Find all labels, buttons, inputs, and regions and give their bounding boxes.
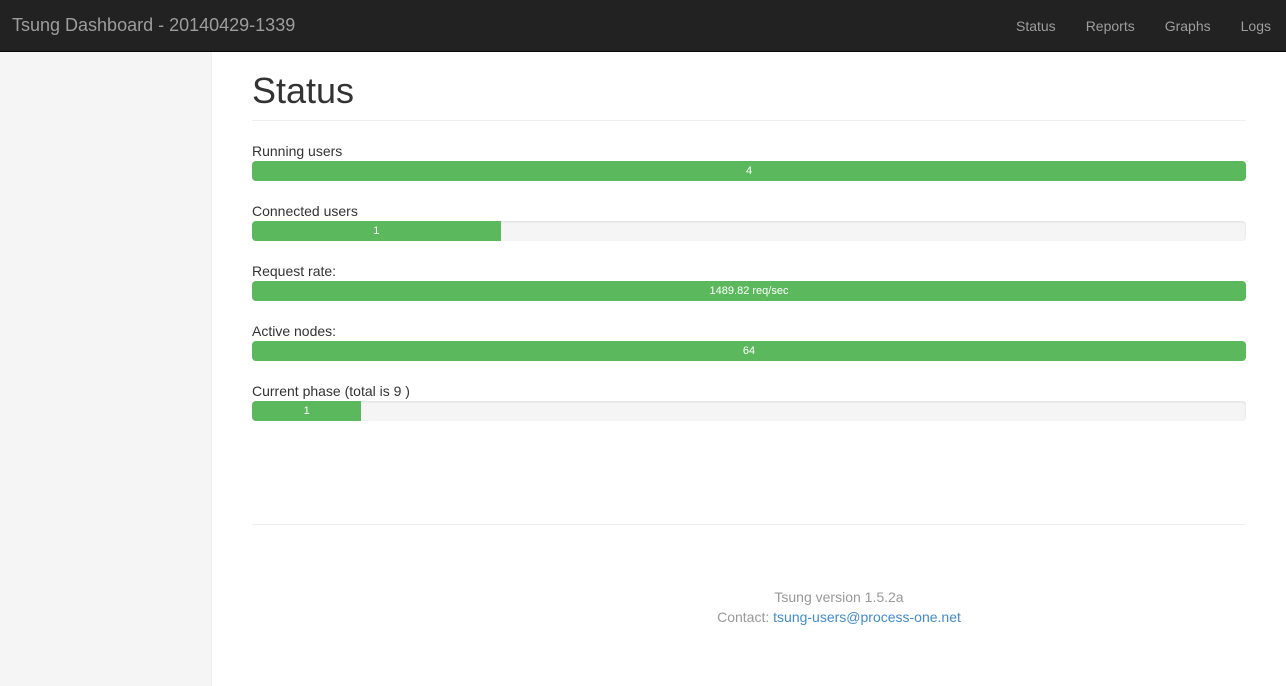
progress-bar: 4 bbox=[252, 161, 1246, 181]
progress-track: 1 bbox=[252, 221, 1246, 241]
progress-bar: 64 bbox=[252, 341, 1246, 361]
sidebar bbox=[0, 52, 212, 686]
nav-item-reports[interactable]: Reports bbox=[1071, 0, 1150, 52]
progress-track: 1489.82 req/sec bbox=[252, 281, 1246, 301]
progress-track: 1 bbox=[252, 401, 1246, 421]
brand-title[interactable]: Tsung Dashboard - 20140429-1339 bbox=[12, 15, 295, 36]
stat-label: Connected users bbox=[252, 203, 358, 219]
page-title: Status bbox=[252, 71, 1246, 121]
footer: Tsung version 1.5.2a Contact: tsung-user… bbox=[212, 587, 1286, 627]
stat-running-users: Running users 4 bbox=[252, 141, 1246, 181]
top-navbar: Tsung Dashboard - 20140429-1339 Status R… bbox=[0, 0, 1286, 52]
stat-active-nodes: Active nodes: 64 bbox=[252, 321, 1246, 361]
main-content: Status Running users 4 Connected users 1… bbox=[252, 52, 1246, 441]
contact-email-link[interactable]: tsung-users@process-one.net bbox=[773, 609, 961, 625]
progress-track: 64 bbox=[252, 341, 1246, 361]
progress-bar: 1 bbox=[252, 401, 362, 421]
status-stats: Running users 4 Connected users 1 Reques… bbox=[252, 141, 1246, 421]
main-nav: Status Reports Graphs Logs bbox=[1001, 0, 1286, 52]
stat-label: Active nodes: bbox=[252, 323, 337, 339]
nav-item-logs[interactable]: Logs bbox=[1226, 0, 1286, 52]
progress-track: 4 bbox=[252, 161, 1246, 181]
stat-request-rate: Request rate: 1489.82 req/sec bbox=[252, 261, 1246, 301]
stat-current-phase: Current phase (total is 9 ) 1 bbox=[252, 381, 1246, 421]
contact-line: Contact: tsung-users@process-one.net bbox=[212, 607, 1286, 627]
stat-label: Current phase (total is 9 ) bbox=[252, 383, 410, 399]
stat-connected-users: Connected users 1 bbox=[252, 201, 1246, 241]
contact-label: Contact: bbox=[717, 609, 770, 625]
progress-bar: 1 bbox=[252, 221, 501, 241]
stat-label: Request rate: bbox=[252, 263, 337, 279]
progress-bar: 1489.82 req/sec bbox=[252, 281, 1246, 301]
footer-divider bbox=[252, 524, 1246, 525]
stat-label: Running users bbox=[252, 143, 343, 159]
version-text: Tsung version 1.5.2a bbox=[774, 589, 904, 605]
nav-item-graphs[interactable]: Graphs bbox=[1150, 0, 1226, 52]
nav-item-status[interactable]: Status bbox=[1001, 0, 1071, 52]
